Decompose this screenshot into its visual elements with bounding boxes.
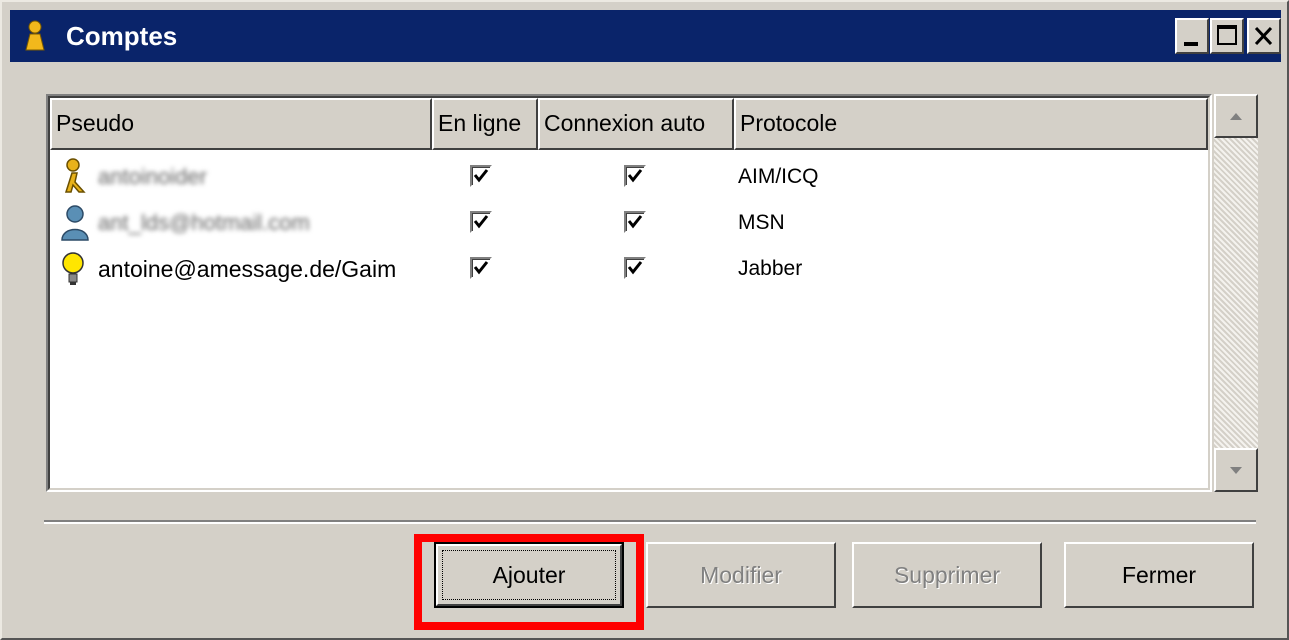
check-icon [627,215,643,229]
modify-button-label: Modifier [700,562,782,588]
check-icon [627,261,643,275]
vertical-scrollbar[interactable] [1214,94,1258,492]
table-row[interactable]: antoinoider AIM/ICQ [50,154,1208,200]
scroll-up-button[interactable] [1214,94,1258,138]
account-pseudo: ant_lds@hotmail.com [98,210,310,235]
column-header-online[interactable]: En ligne [432,98,538,150]
check-icon [473,215,489,229]
gaim-person-icon [25,20,45,51]
auto-connect-checkbox[interactable] [624,211,646,233]
auto-connect-checkbox[interactable] [624,257,646,279]
check-icon [473,169,489,183]
maximize-button[interactable] [1210,18,1244,54]
scroll-down-button[interactable] [1214,448,1258,492]
modify-button[interactable]: Modifier [646,542,836,608]
online-checkbox[interactable] [470,257,492,279]
title-bar[interactable]: Comptes [10,10,1281,62]
close-dialog-button-label: Fermer [1121,562,1197,588]
add-button-label: Ajouter [492,562,566,588]
close-icon [1254,26,1273,46]
online-checkbox[interactable] [470,165,492,187]
close-button[interactable] [1247,18,1281,54]
separator [44,520,1256,524]
window-title: Comptes [66,21,178,51]
table-row[interactable]: ant_lds@hotmail.com MSN [50,200,1208,246]
account-protocol: Jabber [738,257,803,280]
auto-connect-checkbox[interactable] [624,165,646,187]
maximize-icon [1217,25,1237,45]
delete-button[interactable]: Supprimer [852,542,1042,608]
accounts-list[interactable]: Pseudo En ligne Connexion auto Protocole… [46,94,1212,492]
account-pseudo: antoinoider [98,164,207,189]
minimize-icon [1184,42,1198,46]
add-button[interactable]: Ajouter [434,542,624,608]
aim-runner-icon [64,158,86,193]
accounts-window: Comptes Pseudo En ligne Connexion auto P… [0,0,1289,640]
jabber-lightbulb-icon [62,252,84,285]
arrow-up-icon [1230,113,1242,120]
table-row[interactable]: antoine@amessage.de/Gaim Jabber [50,246,1208,292]
msn-buddy-icon [61,205,89,241]
account-pseudo: antoine@amessage.de/Gaim [98,256,397,282]
account-protocol: AIM/ICQ [738,165,819,188]
check-icon [473,261,489,275]
close-dialog-button[interactable]: Fermer [1064,542,1254,608]
minimize-button[interactable] [1175,18,1209,54]
delete-button-label: Supprimer [893,562,1001,588]
arrow-down-icon [1230,467,1242,474]
check-icon [627,169,643,183]
column-header-pseudo[interactable]: Pseudo [50,98,432,150]
online-checkbox[interactable] [470,211,492,233]
column-header-auto-connect[interactable]: Connexion auto [538,98,734,150]
column-header-protocol[interactable]: Protocole [734,98,1208,150]
account-protocol: MSN [738,211,785,234]
